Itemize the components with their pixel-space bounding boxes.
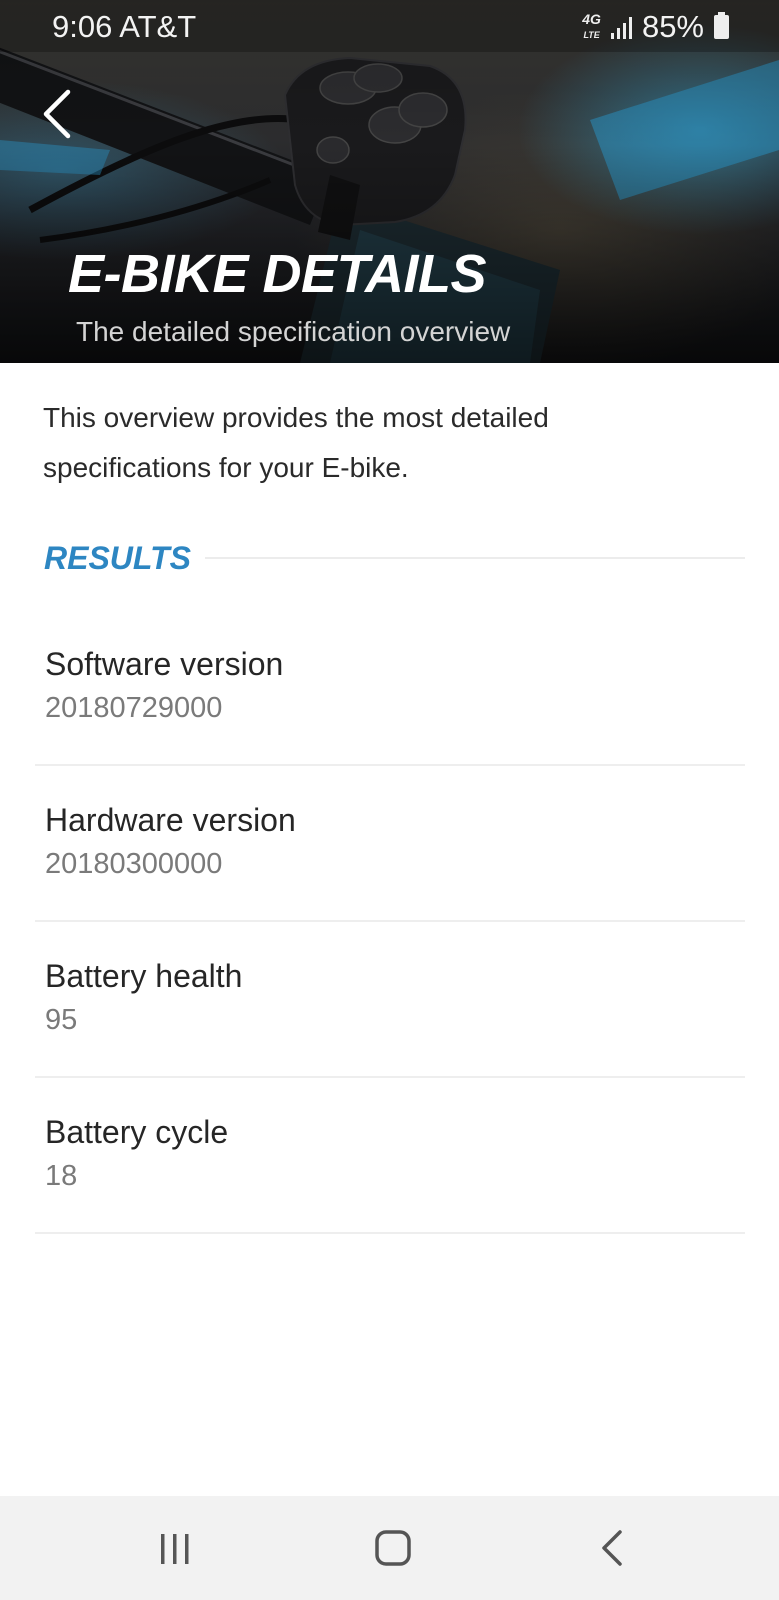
spec-label: Battery health xyxy=(45,958,243,994)
network-4g-lte-icon: 4G LTE xyxy=(582,11,601,40)
section-divider xyxy=(205,557,745,559)
system-nav-bar xyxy=(0,1496,779,1600)
spec-row-battery-cycle: Battery cycle 18 xyxy=(35,1078,745,1234)
spec-value: 95 xyxy=(45,1004,78,1036)
spec-row-battery-health: Battery health 95 xyxy=(35,922,745,1078)
carrier-name: AT&T xyxy=(119,9,197,44)
recents-icon[interactable] xyxy=(150,1526,200,1572)
battery-icon xyxy=(714,12,729,39)
spec-row-software-version: Software version 20180729000 xyxy=(35,610,745,766)
spec-label: Software version xyxy=(45,646,284,682)
spec-row-hardware-version: Hardware version 20180300000 xyxy=(35,766,745,922)
hero-header: 9:06 AT&T 4G LTE 85% E-BIKE DETAILS The d… xyxy=(0,0,779,363)
spec-value: 20180300000 xyxy=(45,848,223,880)
spec-value: 18 xyxy=(45,1160,78,1192)
status-time: 9:06 AT&T xyxy=(52,9,196,45)
intro-text: This overview provides the most detailed… xyxy=(43,402,549,483)
chevron-left-icon[interactable] xyxy=(36,82,80,146)
clock-time: 9:06 xyxy=(52,9,113,44)
signal-strength-icon xyxy=(610,15,632,39)
battery-percentage: 85% xyxy=(641,9,704,44)
spec-list: Software version 20180729000 Hardware ve… xyxy=(35,610,745,1234)
spec-value: 20180729000 xyxy=(45,692,223,724)
page-title: E-BIKE DETAILS xyxy=(68,244,487,304)
status-icons: 4G LTE 85% xyxy=(582,9,729,45)
spec-label: Hardware version xyxy=(45,802,296,838)
home-icon[interactable] xyxy=(368,1526,418,1572)
ebike-details-screen: 9:06 AT&T 4G LTE 85% E-BIKE DETAILS The d… xyxy=(0,0,779,1600)
back-icon[interactable] xyxy=(588,1526,638,1572)
hero-shade xyxy=(0,0,779,363)
spec-label: Battery cycle xyxy=(45,1114,229,1150)
results-heading: RESULTS xyxy=(44,540,191,576)
page-subtitle: The detailed specification overview xyxy=(76,316,511,347)
status-bar: 9:06 AT&T 4G LTE 85% xyxy=(0,0,779,52)
